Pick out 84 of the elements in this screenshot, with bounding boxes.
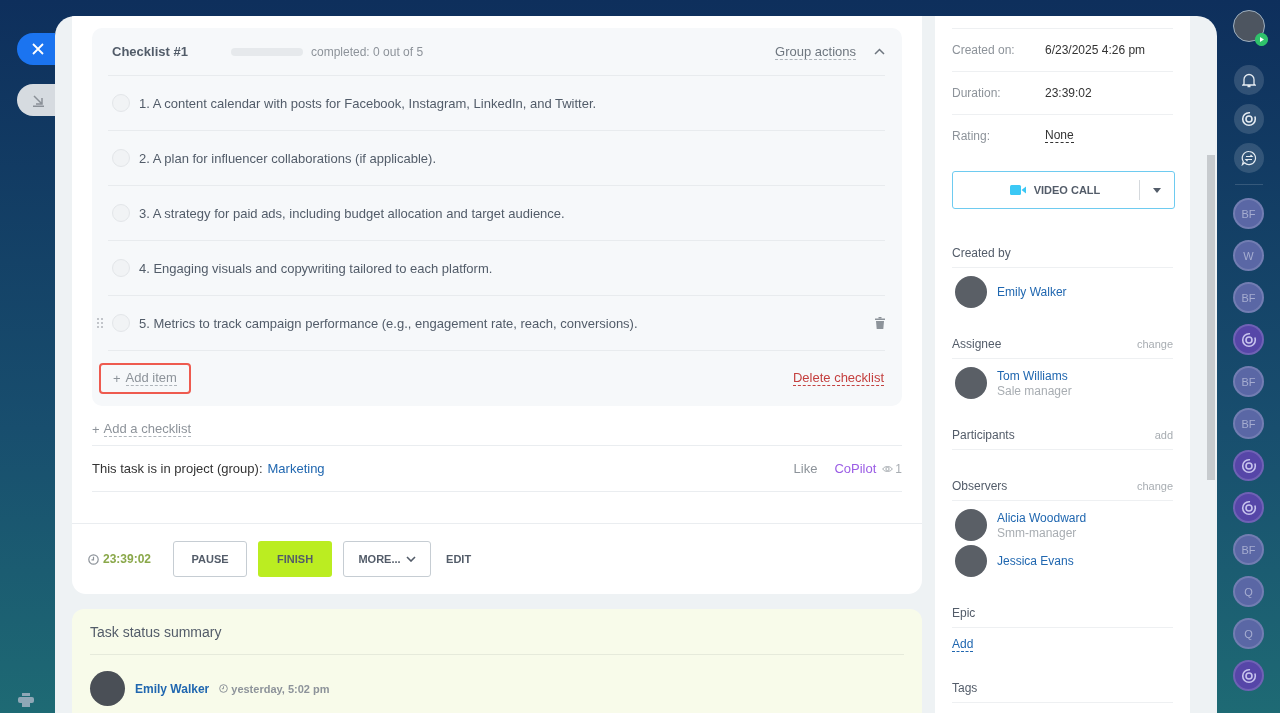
section-action-link[interactable]: add — [1154, 429, 1173, 441]
caret-down-icon[interactable] — [1153, 187, 1161, 193]
field-label: Rating: — [952, 129, 992, 143]
person-name-link[interactable]: Tom Williams — [997, 368, 1072, 383]
comment-time: yesterday, 5:02 pm — [231, 682, 330, 695]
checklist-item-text: 5. Metrics to track campaign performance (e.g., engagement rate, reach, conversions). — [139, 315, 639, 331]
section-title: Epic — [952, 606, 976, 620]
group-actions-link[interactable]: Group actions — [775, 43, 856, 60]
video-call-label: VIDEO CALL — [1033, 184, 1101, 196]
section-action-link[interactable]: change — [1136, 480, 1173, 492]
section-title: Assignee — [952, 337, 1002, 351]
trash-icon[interactable] — [875, 317, 885, 329]
section-title: Participants — [952, 428, 1015, 442]
chevron-down-icon — [405, 556, 416, 562]
person-name-link[interactable]: Alicia Woodward — [997, 510, 1087, 525]
copilot-link[interactable]: CoPilot — [834, 461, 877, 476]
minimize-button[interactable] — [17, 84, 55, 116]
add-checklist-link[interactable]: + Add a checklist — [92, 422, 902, 437]
add-epic-link[interactable]: Add — [952, 638, 974, 652]
chat-avatar[interactable]: Q — [1233, 576, 1264, 607]
checklist-item-text: 1. A content calendar with posts for Facebook, Instagram, LinkedIn, and Twitter. — [139, 95, 598, 111]
video-call-button[interactable]: VIDEO CALL — [952, 171, 1175, 209]
drag-handle-icon[interactable] — [97, 317, 103, 329]
field-label: Created on: — [952, 43, 1016, 57]
checklist-item-text: 4. Engaging visuals and copywriting tailored to each platform. — [139, 260, 494, 276]
field-label: Duration: — [952, 86, 1002, 100]
progress-text: completed: 0 out of 5 — [311, 44, 425, 59]
copilot-chat-icon[interactable] — [1240, 667, 1257, 684]
chat-avatar[interactable]: BF — [1233, 366, 1264, 397]
clock-icon — [219, 684, 229, 693]
chat-avatar[interactable]: BF — [1233, 282, 1264, 313]
video-camera-icon — [1009, 185, 1026, 195]
section-title: Created by — [952, 246, 1011, 260]
bell-icon[interactable] — [1233, 65, 1264, 95]
section-action-link[interactable]: change — [1136, 338, 1173, 350]
arrow-down-right-icon — [31, 93, 45, 107]
chat-avatar[interactable]: Q — [1233, 618, 1264, 649]
summary-title: Task status summary — [90, 609, 904, 655]
delete-checklist-link[interactable]: Delete checklist — [792, 371, 884, 386]
clock-icon — [88, 553, 99, 565]
chat-icon[interactable] — [1233, 143, 1264, 173]
avatar — [955, 367, 987, 399]
project-link[interactable]: Marketing — [267, 461, 794, 476]
chat-avatar[interactable]: BF — [1233, 198, 1264, 229]
view-count: 1 — [895, 461, 902, 476]
copilot-chat-icon[interactable] — [1240, 457, 1257, 474]
eye-icon — [882, 464, 894, 473]
like-link[interactable]: Like — [793, 461, 818, 476]
timer: 23:39:02 — [103, 552, 152, 566]
person-name-link[interactable]: Jessica Evans — [997, 554, 1074, 568]
section-title: Tags — [952, 681, 978, 695]
scrollbar[interactable] — [1207, 155, 1215, 480]
printer-icon[interactable] — [18, 693, 34, 707]
avatar — [955, 545, 987, 577]
play-badge-icon — [1254, 33, 1268, 46]
edit-button[interactable]: EDIT — [442, 541, 476, 577]
more-button[interactable]: MORE... — [343, 541, 432, 577]
author-link[interactable]: Emily Walker — [135, 681, 210, 696]
close-button[interactable] — [17, 33, 55, 65]
checklist-item-text: 3. A strategy for paid ads, including budget allocation and target audience. — [139, 205, 566, 221]
avatar — [90, 671, 125, 706]
copilot-chat-icon[interactable] — [1240, 331, 1257, 348]
chevron-up-icon[interactable] — [874, 48, 885, 55]
chat-avatar[interactable]: BF — [1233, 408, 1264, 439]
pause-button[interactable]: PAUSE — [173, 541, 248, 577]
copilot-chat-icon[interactable] — [1240, 499, 1257, 516]
checklist-item-text: 2. A plan for influencer collaborations (if applicable). — [139, 150, 437, 166]
avatar — [955, 509, 987, 541]
rating-link[interactable]: None — [1045, 129, 1074, 143]
copilot-icon[interactable] — [1240, 111, 1257, 127]
person-role: Sale manager — [997, 383, 1072, 398]
field-value: 23:39:02 — [1045, 86, 1092, 100]
section-title: Observers — [952, 479, 1008, 493]
avatar — [955, 276, 987, 308]
field-value: 6/23/2025 4:26 pm — [1045, 43, 1146, 57]
chat-avatar[interactable]: BF — [1233, 534, 1264, 565]
person-name-link[interactable]: Emily Walker — [997, 285, 1067, 299]
finish-button[interactable]: FINISH — [258, 541, 333, 577]
chat-avatar[interactable]: W — [1233, 240, 1264, 271]
person-role: Smm-manager — [997, 525, 1078, 540]
close-icon — [32, 43, 44, 55]
project-label: This task is in project (group): — [92, 461, 263, 476]
add-item-button[interactable]: + Add item — [99, 363, 191, 394]
checklist-title: Checklist #1 — [111, 44, 189, 59]
